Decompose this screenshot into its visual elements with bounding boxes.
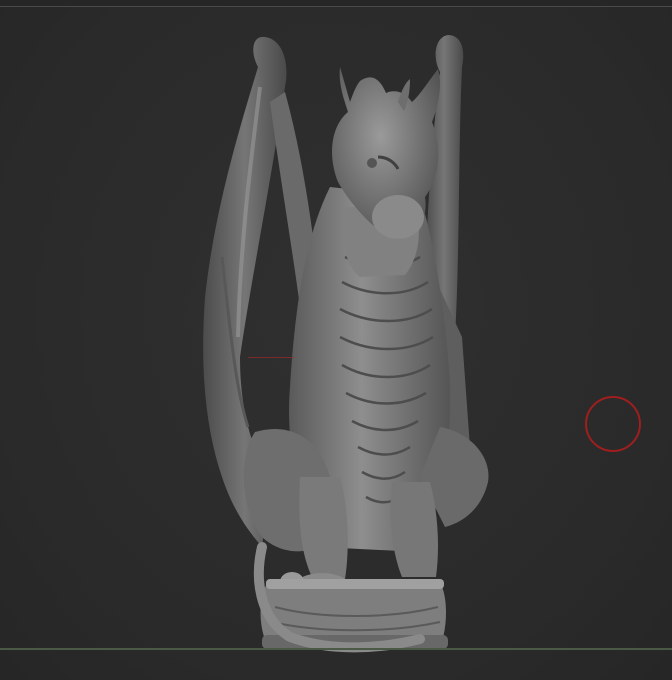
3d-viewport[interactable] [0,7,672,680]
sculpt-model [203,35,489,653]
top-toolbar-edge [0,0,672,7]
floor-grid-line [0,648,672,650]
axis-indicator-red [248,357,294,358]
brush-cursor-icon [585,396,641,452]
